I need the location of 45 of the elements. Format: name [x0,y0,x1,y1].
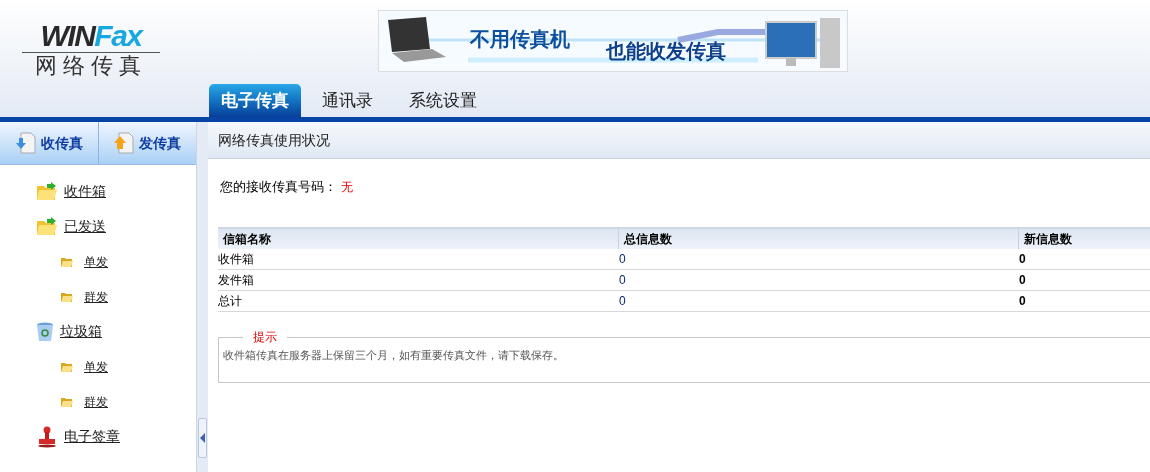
folder-icon [60,395,74,408]
table-cell: 发件箱 [218,269,618,291]
table-cell: 总计 [218,290,618,312]
folder-icon [60,255,74,268]
table-cell: 0 [618,290,1018,312]
sidebar-link[interactable]: 已发送 [64,216,106,237]
sidebar-link[interactable]: 单发 [84,252,108,271]
banner-slogan: 也能收发传真 [606,39,726,64]
table-cell: 0 [618,248,1018,270]
triangle-left-icon [200,433,205,443]
sidebar-link[interactable]: 群发 [84,287,108,306]
folder-icon [60,290,74,303]
trash-icon [36,321,54,342]
column-header: 信箱名称 [218,227,618,249]
sidebar-link[interactable]: 电子签章 [64,426,120,447]
table-cell: 收件箱 [218,248,618,270]
nav-tab[interactable]: 通讯录 [307,84,388,117]
banner-slogan: 不用传真机 [470,27,570,52]
panel-title: 网络传真使用状况 [218,130,330,150]
folder-arrow-icon [36,216,58,237]
column-header: 总信息数 [618,227,1018,249]
nav-tab[interactable]: 电子传真 [209,84,301,117]
table-cell: 0 [618,269,1018,291]
collapse-handle[interactable] [198,418,207,458]
notice-legend: 提示 [243,328,287,346]
stamp-icon [36,425,58,448]
sidebar-action[interactable]: 发传真 [97,122,196,164]
notice-text: 收件箱传真在服务器上保留三个月，如有重要传真文件，请下载保存。 [223,349,564,361]
folder-icon [60,360,74,373]
folder-arrow-icon [36,181,58,202]
table-cell: 0 [1018,290,1150,312]
fax-number: 无 [341,179,353,196]
sidebar-link[interactable]: 收件箱 [64,181,106,202]
fax-number-label: 您的接收传真号码： [220,178,337,196]
logo: WINFax 网络传真 [22,20,160,79]
table-cell: 0 [1018,248,1150,270]
nav-tab[interactable]: 系统设置 [394,84,492,117]
sidebar-link[interactable]: 单发 [84,357,108,376]
column-header: 新信息数 [1018,227,1150,249]
sidebar-action[interactable]: 收传真 [0,122,98,164]
document-up-arrow-icon [113,132,136,154]
sidebar-link[interactable]: 垃圾箱 [60,321,102,342]
document-down-arrow-icon [14,132,37,154]
table-cell: 0 [1018,269,1150,291]
sidebar-link[interactable]: 群发 [84,392,108,411]
